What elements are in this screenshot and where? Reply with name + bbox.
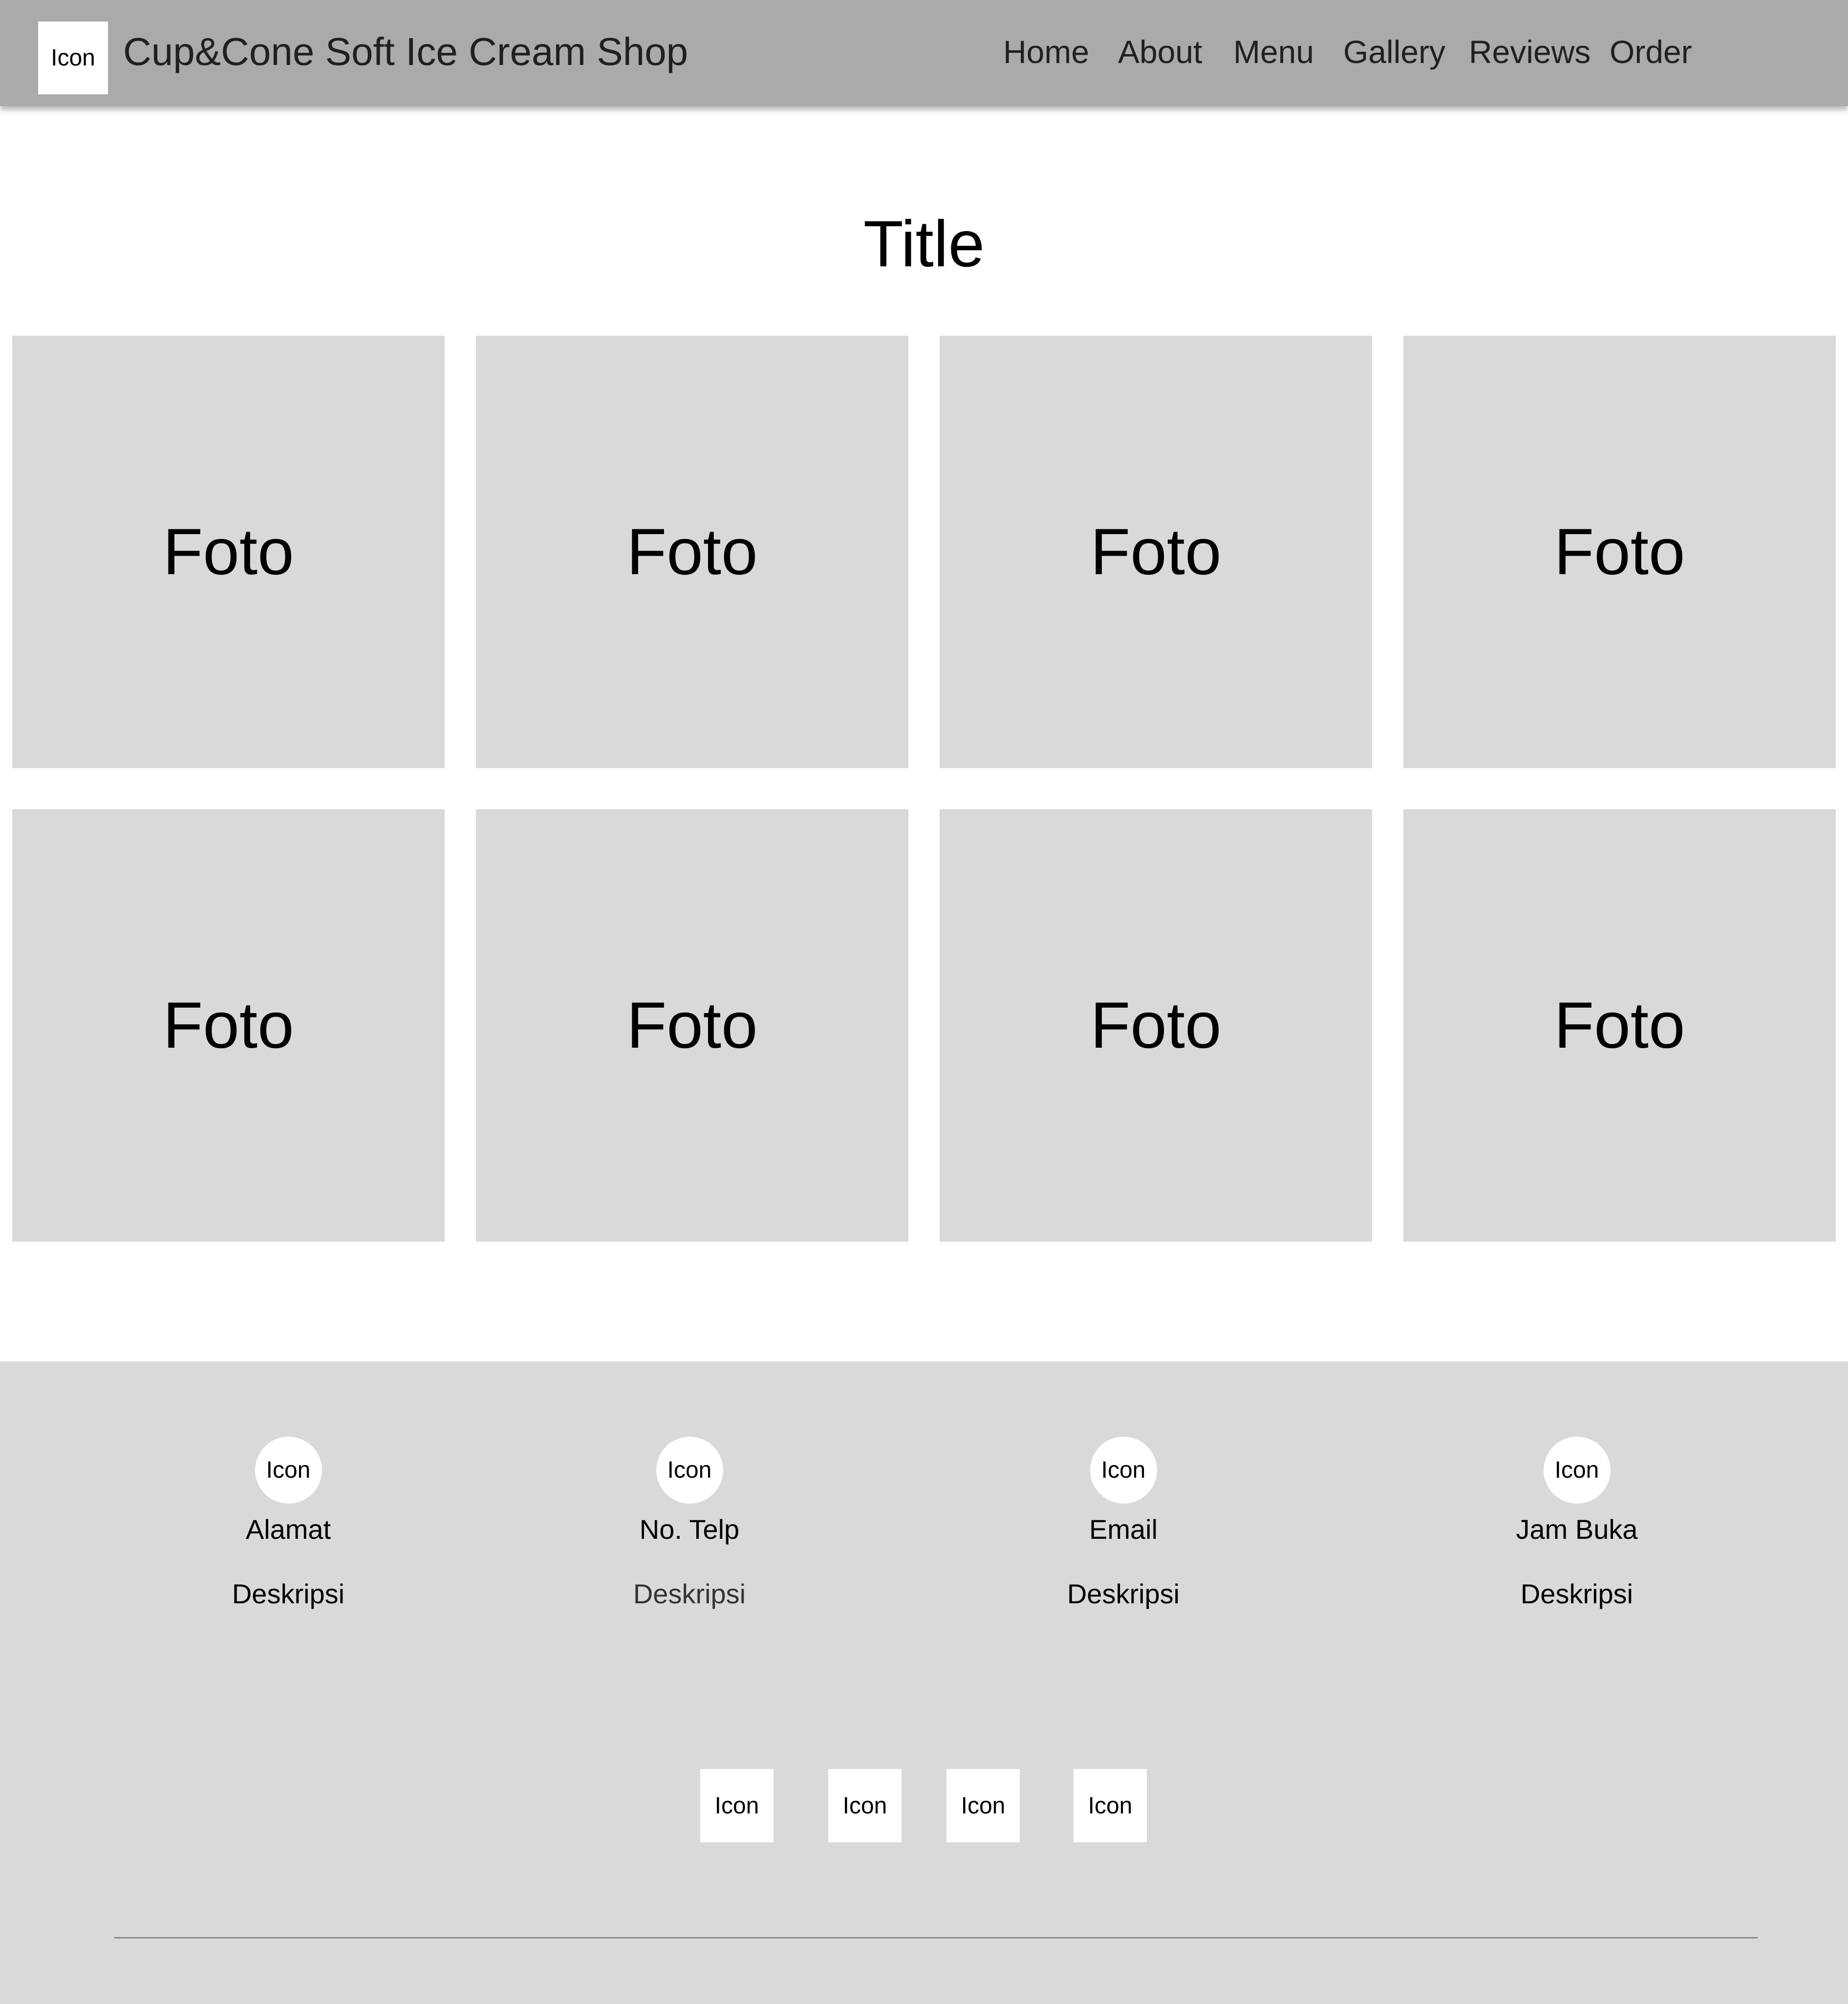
photo-placeholder[interactable]: Foto — [476, 336, 908, 768]
nav-item-reviews[interactable]: Reviews — [1469, 32, 1590, 71]
nav-item-about[interactable]: About — [1118, 32, 1202, 71]
contact-label: Jam Buka — [1516, 1514, 1638, 1545]
logo-icon[interactable]: Icon — [38, 22, 108, 94]
contact-label: No. Telp — [639, 1514, 740, 1545]
contact-label: Alamat — [245, 1514, 331, 1545]
footer-divider — [114, 1937, 1758, 1939]
page-title: Title — [863, 208, 985, 280]
social-icon[interactable]: Icon — [1074, 1769, 1147, 1842]
social-icon[interactable]: Icon — [700, 1769, 774, 1842]
top-navbar: Icon Cup&Cone Soft Ice Cream Shop Home A… — [0, 0, 1848, 106]
contact-description: Deskripsi — [232, 1578, 345, 1609]
nav-item-menu[interactable]: Menu — [1233, 32, 1314, 71]
phone-icon: Icon — [656, 1437, 723, 1504]
photo-placeholder[interactable]: Foto — [12, 336, 445, 768]
address-icon: Icon — [255, 1437, 322, 1504]
contact-description: Deskripsi — [633, 1578, 746, 1609]
contact-opening-hours: Icon Jam Buka Deskripsi — [1406, 1437, 1748, 1611]
email-icon: Icon — [1090, 1437, 1157, 1504]
photo-placeholder[interactable]: Foto — [476, 809, 908, 1242]
brand-name: Cup&Cone Soft Ice Cream Shop — [123, 30, 688, 73]
contact-label: Email — [1089, 1514, 1158, 1545]
photo-placeholder[interactable]: Foto — [940, 336, 1372, 768]
photo-placeholder[interactable]: Foto — [12, 809, 445, 1242]
photo-placeholder[interactable]: Foto — [1403, 336, 1836, 768]
footer: Icon Alamat Deskripsi Icon No. Telp Desk… — [0, 1361, 1848, 2004]
nav-item-gallery[interactable]: Gallery — [1343, 32, 1445, 71]
contact-description: Deskripsi — [1067, 1578, 1180, 1609]
social-icon[interactable]: Icon — [828, 1769, 902, 1842]
clock-icon: Icon — [1543, 1437, 1611, 1504]
nav-item-order[interactable]: Order — [1610, 32, 1692, 71]
nav-item-home[interactable]: Home — [1003, 32, 1089, 71]
photo-placeholder[interactable]: Foto — [1403, 809, 1836, 1242]
photo-placeholder[interactable]: Foto — [940, 809, 1372, 1242]
social-icon[interactable]: Icon — [946, 1769, 1020, 1842]
contact-phone: Icon No. Telp Deskripsi — [518, 1437, 860, 1611]
contact-description: Deskripsi — [1520, 1578, 1633, 1609]
contact-email: Icon Email Deskripsi — [952, 1437, 1294, 1611]
contact-address: Icon Alamat Deskripsi — [117, 1437, 459, 1611]
